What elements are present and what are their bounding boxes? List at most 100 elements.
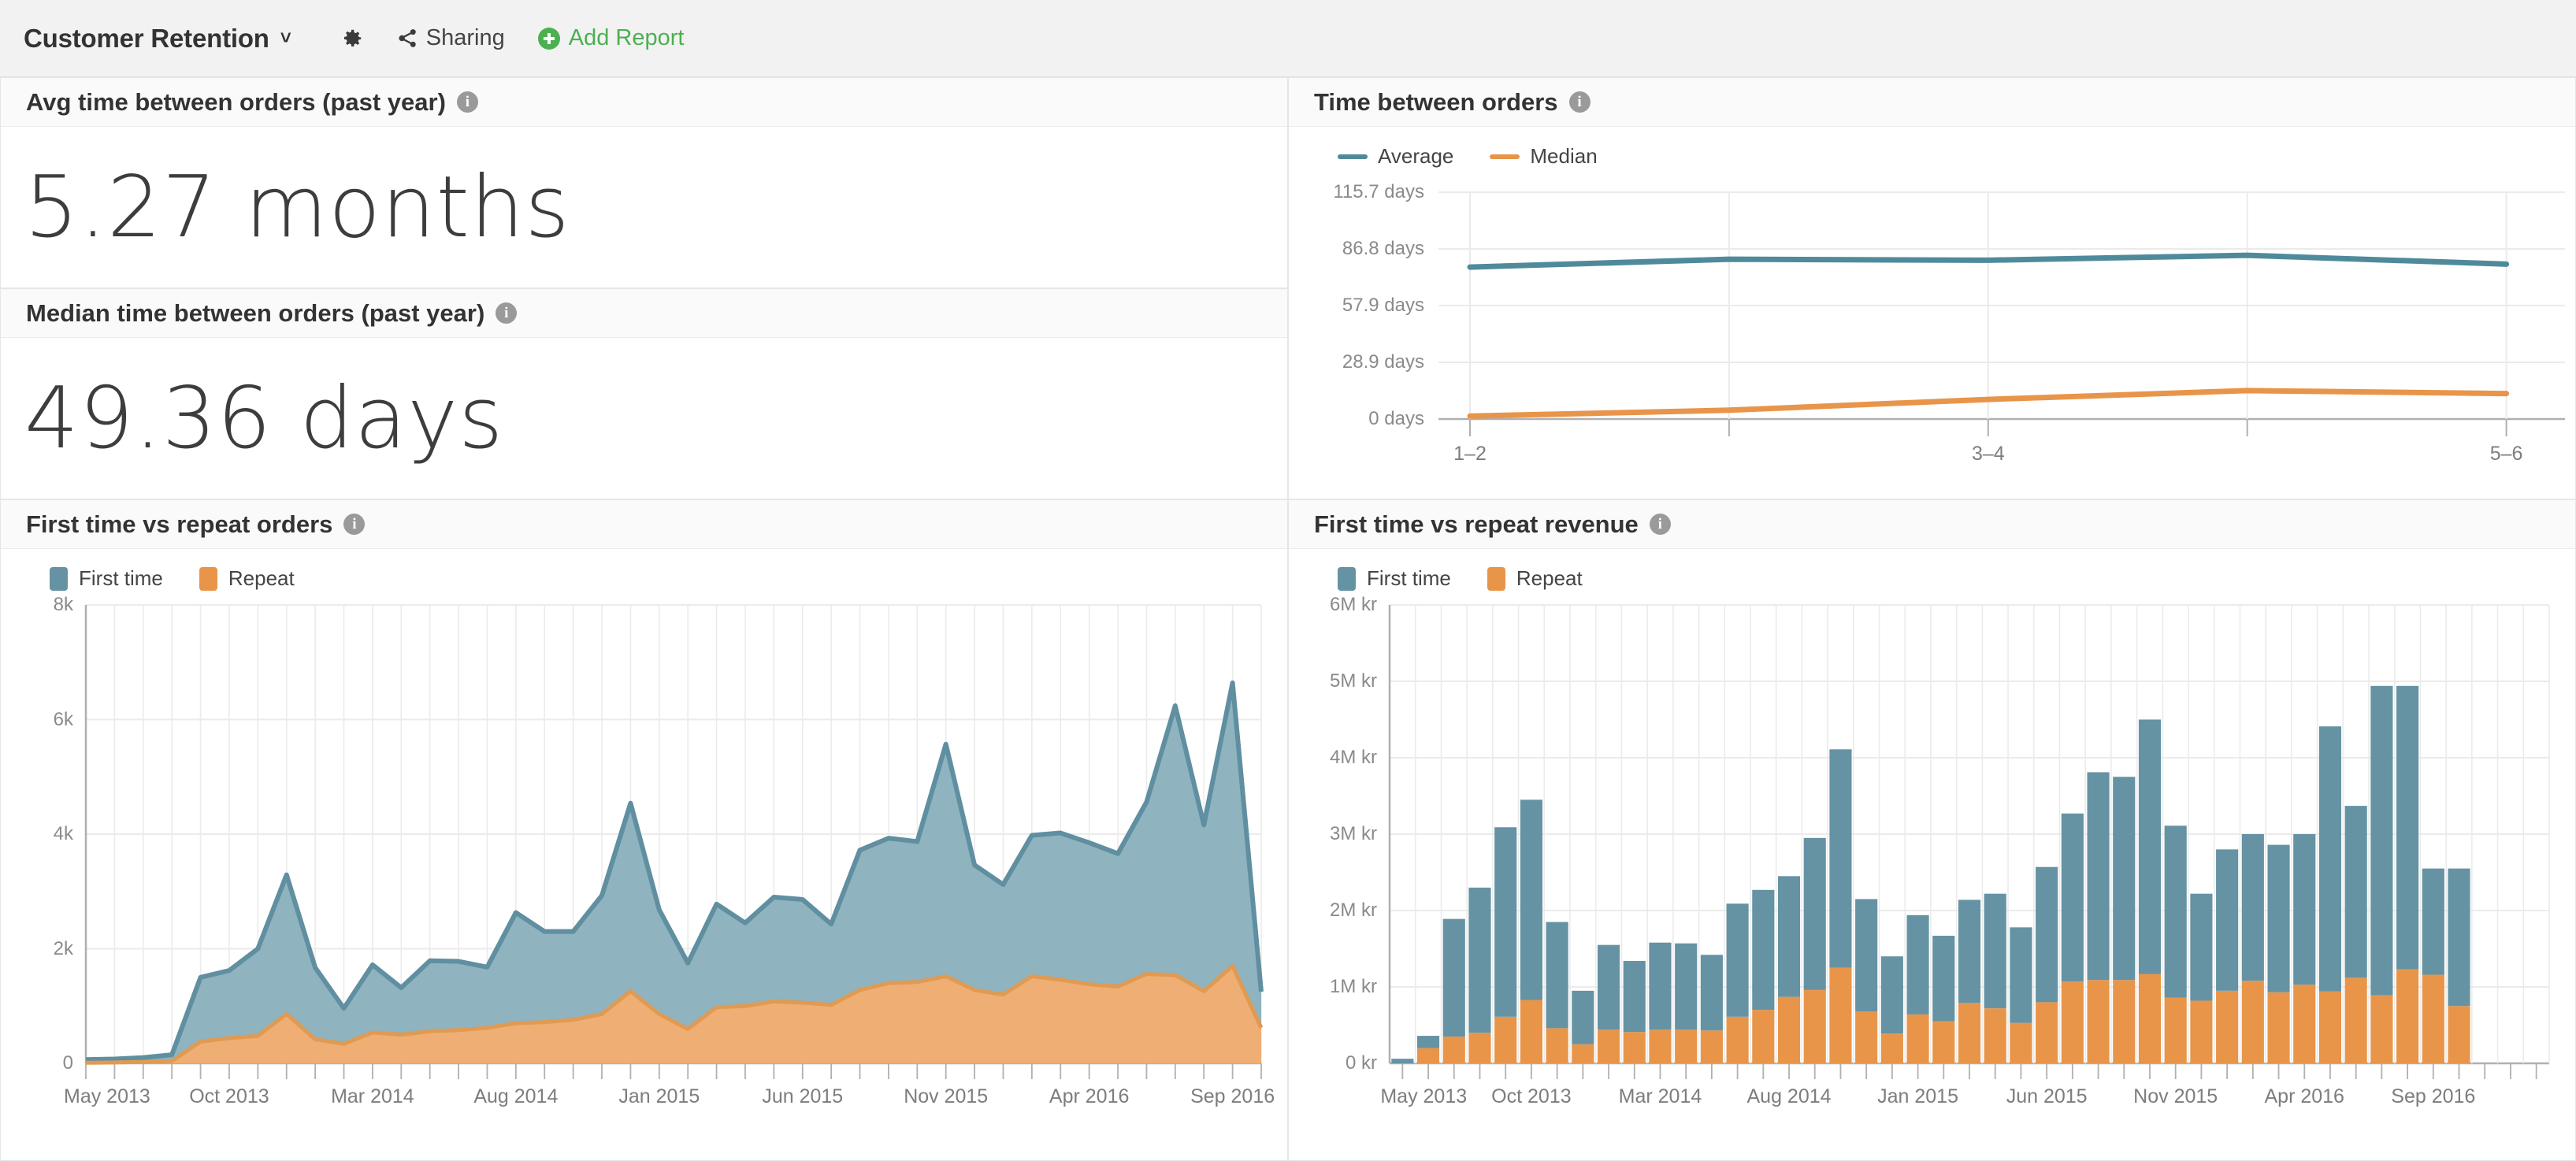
bar-segment-first-time[interactable]	[1829, 749, 1852, 968]
bar-segment-repeat[interactable]	[2267, 992, 2290, 1063]
sharing-button[interactable]: Sharing	[397, 25, 505, 51]
bar-segment-first-time[interactable]	[2087, 772, 2110, 981]
bar-segment-repeat[interactable]	[1726, 1016, 1749, 1063]
bar-segment-repeat[interactable]	[2396, 969, 2419, 1063]
bar-segment-repeat[interactable]	[2036, 1002, 2058, 1063]
bar-segment-first-time[interactable]	[2370, 685, 2393, 996]
bar-segment-repeat[interactable]	[2138, 974, 2162, 1063]
bar-segment-repeat[interactable]	[1572, 1044, 1594, 1063]
area-chart-orders[interactable]: 0 2k 4k 6k 8k May 2013 Oct 2013 Mar 2014 Aug 201…	[1, 591, 1287, 1142]
bar-segment-repeat[interactable]	[2370, 995, 2393, 1063]
bar-segment-first-time[interactable]	[2190, 893, 2213, 1001]
bar-segment-first-time[interactable]	[1906, 914, 1929, 1014]
bar-segment-first-time[interactable]	[2138, 719, 2162, 974]
chevron-down-icon[interactable]: ˅	[280, 28, 291, 50]
add-report-button[interactable]: Add Report	[537, 25, 684, 51]
bar-segment-repeat[interactable]	[1777, 996, 1801, 1063]
bar-segment-repeat[interactable]	[1700, 1030, 1723, 1063]
bar-segment-repeat[interactable]	[2010, 1022, 2032, 1063]
bar-segment-first-time[interactable]	[2036, 866, 2058, 1003]
bar-segment-first-time[interactable]	[1623, 961, 1646, 1033]
bar-segment-repeat[interactable]	[1880, 1033, 1903, 1063]
bar-segment-repeat[interactable]	[2422, 974, 2444, 1063]
bar-segment-first-time[interactable]	[1546, 922, 1568, 1029]
bar-segment-repeat[interactable]	[1675, 1029, 1698, 1063]
bar-segment-repeat[interactable]	[1932, 1021, 1955, 1063]
settings-button[interactable]	[340, 27, 364, 50]
bar-segment-repeat[interactable]	[1958, 1003, 1981, 1063]
bar-segment-repeat[interactable]	[1752, 1010, 1775, 1063]
bar-segment-repeat[interactable]	[2344, 977, 2367, 1063]
bar-segment-repeat[interactable]	[2164, 997, 2187, 1063]
bar-segment-first-time[interactable]	[1520, 799, 1542, 1000]
bar-segment-first-time[interactable]	[2216, 849, 2239, 991]
bar-segment-first-time[interactable]	[2293, 834, 2316, 985]
legend-item[interactable]: First time	[1338, 566, 1451, 591]
bar-segment-first-time[interactable]	[1391, 1059, 1414, 1063]
bar-segment-repeat[interactable]	[1623, 1032, 1646, 1063]
bar-segment-first-time[interactable]	[1880, 956, 1903, 1034]
bar-segment-first-time[interactable]	[2113, 777, 2136, 981]
bar-segment-repeat[interactable]	[1649, 1029, 1672, 1063]
bar-segment-first-time[interactable]	[1494, 827, 1517, 1017]
bar-segment-first-time[interactable]	[1752, 889, 1775, 1011]
bar-segment-first-time[interactable]	[2061, 813, 2084, 982]
bar-segment-repeat[interactable]	[1520, 1000, 1542, 1063]
bar-segment-repeat[interactable]	[1906, 1014, 1929, 1063]
bar-segment-repeat[interactable]	[2113, 980, 2136, 1063]
bar-segment-repeat[interactable]	[1829, 967, 1852, 1063]
bar-segment-first-time[interactable]	[1649, 942, 1672, 1030]
bar-segment-first-time[interactable]	[1932, 936, 1955, 1022]
bar-segment-first-time[interactable]	[1572, 990, 1594, 1044]
legend-item[interactable]: Repeat	[1487, 566, 1583, 591]
bar-segment-repeat[interactable]	[2061, 981, 2084, 1063]
line-chart-time-between-orders[interactable]: 0 days 28.9 days 57.9 days 86.8 days 115.7 d…	[1289, 169, 2575, 484]
bar-segment-repeat[interactable]	[1803, 989, 1826, 1063]
bar-segment-repeat[interactable]	[1442, 1037, 1465, 1063]
bar-segment-repeat[interactable]	[1597, 1029, 1620, 1063]
bar-segment-repeat[interactable]	[2448, 1006, 2470, 1063]
bar-segment-first-time[interactable]	[2267, 844, 2290, 992]
bar-segment-first-time[interactable]	[2010, 927, 2032, 1023]
bar-segment-first-time[interactable]	[1726, 903, 1749, 1017]
bar-segment-repeat[interactable]	[1984, 1008, 2006, 1063]
legend-item[interactable]: First time	[50, 566, 163, 591]
bar-segment-repeat[interactable]	[1468, 1033, 1491, 1063]
bar-segment-first-time[interactable]	[2318, 726, 2342, 992]
share-icon[interactable]	[397, 28, 418, 49]
bar-segment-first-time[interactable]	[1777, 876, 1801, 997]
bar-segment-repeat[interactable]	[1494, 1016, 1517, 1063]
legend-item[interactable]: Average	[1338, 144, 1453, 169]
info-icon[interactable]: i	[496, 302, 518, 324]
bar-segment-repeat[interactable]	[1855, 1011, 1878, 1063]
dashboard-title-menu[interactable]: Customer Retention ˅	[24, 24, 291, 54]
bar-segment-first-time[interactable]	[1958, 899, 1981, 1003]
bar-segment-first-time[interactable]	[1442, 918, 1465, 1037]
bar-segment-repeat[interactable]	[1546, 1028, 1568, 1063]
bar-segment-first-time[interactable]	[2448, 868, 2470, 1007]
bar-segment-repeat[interactable]	[2216, 990, 2239, 1063]
bar-segment-repeat[interactable]	[2087, 980, 2110, 1063]
legend-item[interactable]: Median	[1490, 144, 1598, 169]
bar-segment-first-time[interactable]	[2241, 834, 2264, 981]
bar-segment-first-time[interactable]	[2344, 806, 2367, 978]
bar-segment-repeat[interactable]	[2241, 981, 2264, 1063]
plus-circle-icon[interactable]	[537, 27, 560, 50]
bar-segment-repeat[interactable]	[1417, 1048, 1440, 1063]
bar-segment-first-time[interactable]	[1803, 837, 1826, 990]
gear-icon[interactable]	[340, 27, 364, 50]
bar-segment-first-time[interactable]	[1675, 943, 1698, 1030]
bar-segment-first-time[interactable]	[2164, 825, 2187, 998]
bar-segment-first-time[interactable]	[1417, 1036, 1440, 1048]
bar-segment-repeat[interactable]	[2293, 985, 2316, 1063]
info-icon[interactable]: i	[1649, 514, 1671, 535]
info-icon[interactable]: i	[1568, 91, 1591, 113]
bar-segment-first-time[interactable]	[1468, 887, 1491, 1033]
legend-item[interactable]: Repeat	[199, 566, 295, 591]
bar-segment-repeat[interactable]	[2318, 991, 2342, 1063]
info-icon[interactable]: i	[456, 91, 478, 113]
bar-segment-first-time[interactable]	[2396, 685, 2419, 970]
bar-segment-first-time[interactable]	[2422, 868, 2444, 975]
bar-segment-first-time[interactable]	[1597, 944, 1620, 1030]
bar-segment-repeat[interactable]	[2190, 1000, 2213, 1063]
